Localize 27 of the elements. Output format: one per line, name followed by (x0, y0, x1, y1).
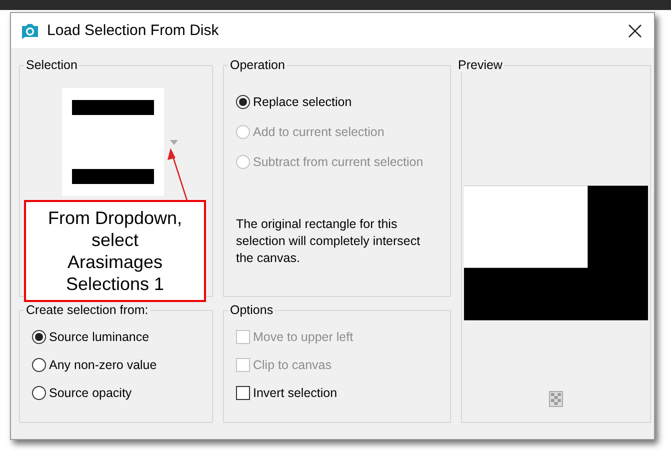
radio-button[interactable] (32, 358, 46, 372)
close-button[interactable] (626, 22, 644, 40)
group-label: Create selection from: (25, 303, 150, 317)
group-label: Operation (229, 58, 286, 72)
pointer-arrow (167, 148, 188, 202)
option-label: Move to upper left (253, 330, 354, 344)
radio-button[interactable] (236, 95, 250, 109)
group-label: Selection (25, 58, 78, 72)
option-label: Source opacity (49, 386, 132, 400)
transparency-toggle-button[interactable] (549, 391, 563, 407)
option-label: Any non-zero value (49, 358, 157, 372)
option-label: Invert selection (253, 386, 338, 400)
callout-note: From Dropdown, select Arasimages Selections 1 (24, 200, 206, 302)
option-label: Subtract from current selection (253, 155, 424, 169)
group-label: Preview (457, 58, 504, 72)
option-label: Clip to canvas (253, 358, 332, 372)
checkbox[interactable] (236, 386, 250, 400)
window-title: Load Selection From Disk (47, 22, 220, 39)
group-label: Options (229, 303, 274, 317)
option-label: Add to current selection (253, 125, 384, 139)
camera-icon (21, 22, 39, 38)
selection-thumbnail[interactable] (62, 88, 164, 196)
radio-button[interactable] (32, 330, 46, 344)
radio-button[interactable] (32, 386, 46, 400)
option-label: Source luminance (49, 330, 150, 344)
info-text: The original rectangle for this selection will completely intersect the canvas. (236, 216, 422, 267)
option-label: Replace selection (253, 95, 352, 109)
